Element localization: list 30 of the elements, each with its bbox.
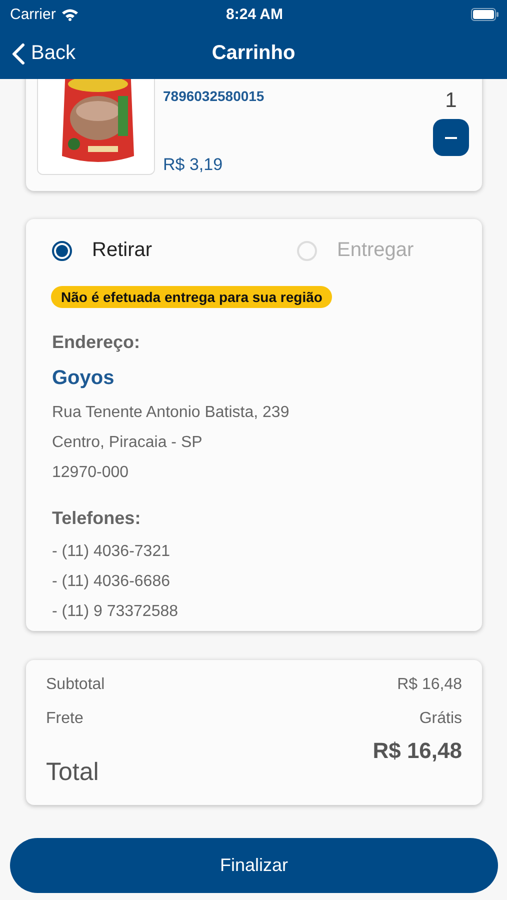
store-name: Goyos <box>52 367 116 390</box>
warning-badge: Não é efetuada entrega para sua região <box>51 286 332 308</box>
back-button[interactable]: Back <box>0 42 76 65</box>
finish-button[interactable]: Finalizar <box>10 838 498 893</box>
quantity-value: 1 <box>445 89 457 113</box>
total-label: Total <box>46 758 99 787</box>
delivery-option[interactable]: Retirar <box>52 239 217 262</box>
carrier-label: Carrier <box>10 6 56 22</box>
product-barcode: 7896032580015 <box>163 88 266 104</box>
address-heading: Endereço: <box>52 332 142 353</box>
product-price: R$ 3,19 <box>163 155 224 175</box>
address-line: 12970-000 <box>52 463 130 483</box>
wifi-icon <box>60 8 79 20</box>
summary-label: Frete <box>46 709 84 729</box>
decrease-button[interactable] <box>433 119 469 156</box>
total-value: R$ 16,48 <box>372 738 462 764</box>
phone-number: - (11) 4036-7321 <box>52 542 171 562</box>
minus-icon <box>445 136 457 138</box>
address-line: Rua Tenente Antonio Batista, 239 <box>52 403 290 423</box>
screen-title: Carrinho <box>212 42 296 65</box>
phone-number: - (11) 4036-6686 <box>52 572 171 592</box>
status-time: 8:24 AM <box>226 6 283 22</box>
battery-icon <box>471 8 499 20</box>
address-line: Centro, Piracaia - SP <box>52 433 204 453</box>
summary-label: Subtotal <box>46 675 105 695</box>
phone-number: - (11) 9 73372588 <box>52 602 180 622</box>
chevron-left-icon <box>12 42 25 64</box>
summary-value: Grátis <box>419 709 462 729</box>
phones-heading: Telefones: <box>52 508 142 529</box>
summary-value: R$ 16,48 <box>397 675 462 695</box>
